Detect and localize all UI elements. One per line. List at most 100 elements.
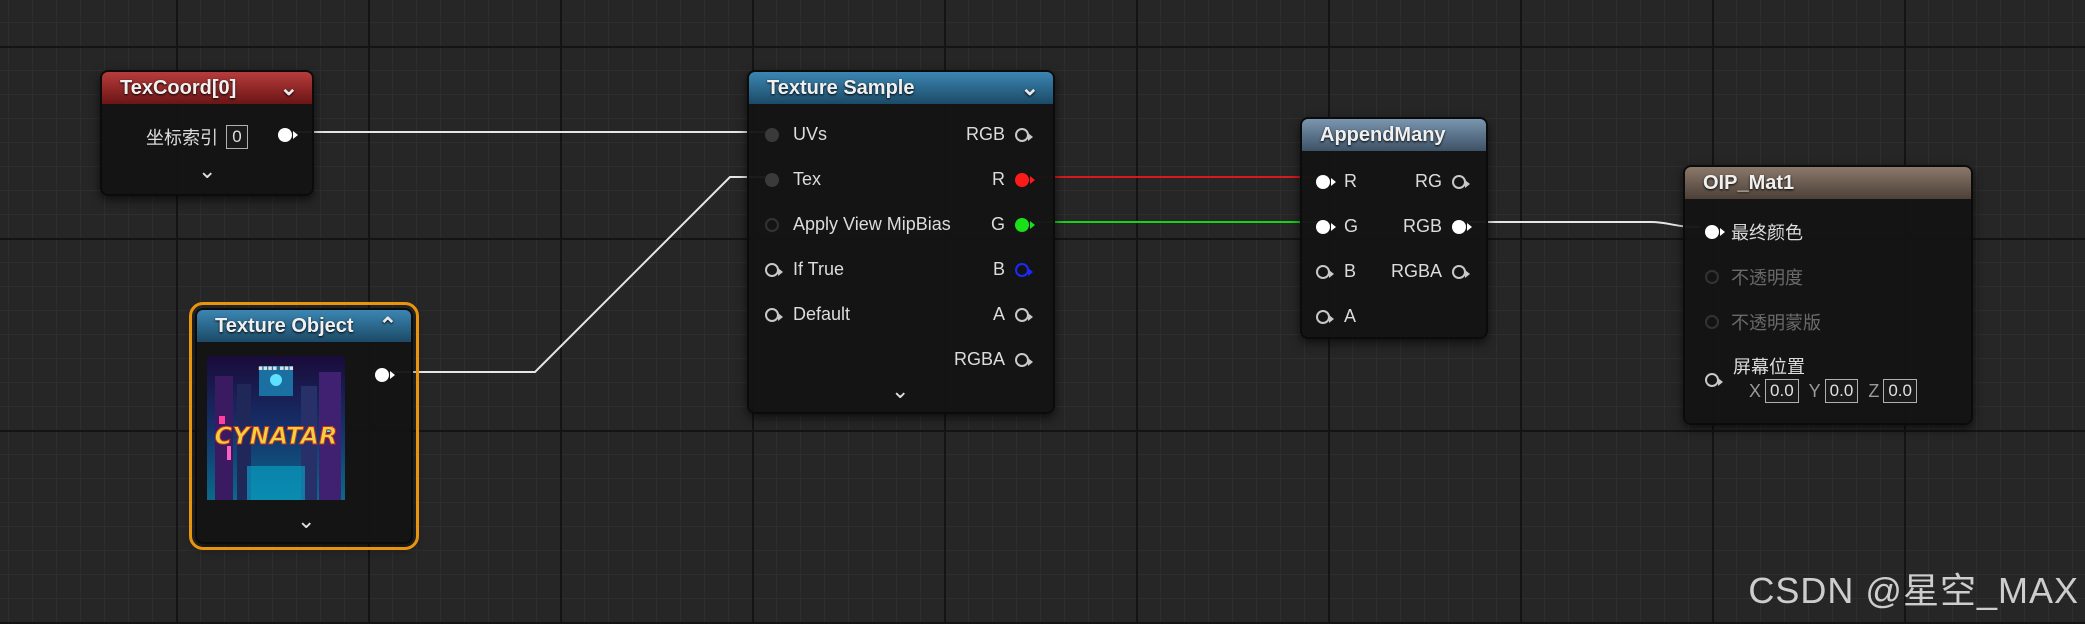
screen-position-pin[interactable]	[1705, 373, 1723, 387]
append-rgb-pin[interactable]	[1452, 219, 1472, 234]
opacity-mask-label: 不透明蒙版	[1731, 313, 1821, 333]
texture-thumbnail: CYNATAR ▪▪▪▪ ▪▪▪	[207, 356, 345, 500]
wire-textureobject-to-tex	[385, 176, 772, 373]
append-many-header[interactable]: AppendMany	[1302, 119, 1486, 151]
b-label: B	[992, 259, 1005, 279]
uvs-pin[interactable]	[765, 127, 779, 142]
append-r-pin[interactable]	[1316, 174, 1336, 189]
screen-position-label-row: 屏幕位置	[1733, 353, 1805, 379]
material-result-node[interactable]: OIP_Mat1 最终颜色 不透明度 不透明蒙版 屏幕位置 X 0.0 Y 0.…	[1683, 165, 1973, 425]
append-output-rgb[interactable]: RGB	[1403, 216, 1472, 237]
input-default[interactable]: Default	[765, 304, 850, 325]
chevron-up-icon[interactable]: ⌃	[379, 315, 397, 337]
z-value-input[interactable]: 0.0	[1883, 379, 1917, 403]
append-g-pin[interactable]	[1316, 219, 1336, 234]
final-color-pin[interactable]	[1705, 225, 1725, 239]
input-if-true[interactable]: If True	[765, 259, 844, 280]
texture-object-title: Texture Object	[215, 314, 354, 337]
rgb-pin[interactable]	[1015, 127, 1033, 142]
output-rgba[interactable]: RGBA	[954, 349, 1033, 370]
chevron-down-icon[interactable]: ⌄	[198, 158, 216, 184]
texcoord-header[interactable]: TexCoord[0] ⌄	[102, 72, 312, 104]
svg-text:▪▪▪▪ ▪▪▪: ▪▪▪▪ ▪▪▪	[258, 364, 294, 372]
default-label: Default	[793, 304, 851, 324]
append-output-rgba[interactable]: RGBA	[1390, 261, 1470, 282]
append-output-rg[interactable]: RG	[1415, 171, 1470, 192]
uvs-label: UVs	[793, 124, 828, 144]
texture-object-node[interactable]: Texture Object ⌃ CYNATAR ▪▪▪▪ ▪▪▪ ⌄	[189, 302, 419, 550]
g-pin[interactable]	[1015, 217, 1035, 232]
output-rgb[interactable]: RGB	[965, 124, 1033, 145]
watermark: CSDN @星空_MAX	[1748, 570, 2079, 611]
default-pin[interactable]	[765, 307, 783, 322]
final-color-label: 最终颜色	[1731, 223, 1803, 243]
input-final-color[interactable]: 最终颜色	[1705, 219, 1803, 245]
r-pin[interactable]	[1015, 172, 1035, 187]
append-input-g[interactable]: G	[1316, 216, 1358, 237]
mipbias-pin[interactable]	[765, 217, 779, 232]
input-uvs[interactable]: UVs	[765, 124, 827, 145]
texture-thumbnail-image: CYNATAR ▪▪▪▪ ▪▪▪	[207, 356, 345, 500]
append-rgba-label: RGBA	[1390, 261, 1442, 281]
append-r-label: R	[1344, 171, 1357, 191]
append-a-pin[interactable]	[1316, 309, 1334, 324]
coordinate-index-row: 坐标索引 0	[146, 124, 248, 150]
output-g[interactable]: G	[990, 214, 1035, 235]
thumbnail-logo-text: CYNATAR	[215, 422, 338, 450]
a-label: A	[992, 304, 1005, 324]
texture-sample-title: Texture Sample	[767, 76, 915, 99]
input-tex[interactable]: Tex	[765, 169, 821, 190]
if-true-pin[interactable]	[765, 262, 783, 277]
tex-pin[interactable]	[765, 172, 779, 187]
y-value-input[interactable]: 0.0	[1824, 379, 1859, 403]
screen-position-values: X 0.0 Y 0.0 Z 0.0	[1749, 379, 1917, 403]
wire-rgb-to-final-color	[1466, 221, 1701, 228]
rgba-pin[interactable]	[1015, 352, 1033, 367]
rgb-label: RGB	[965, 124, 1005, 144]
chevron-down-icon[interactable]: ⌄	[297, 508, 315, 534]
chevron-down-icon[interactable]: ⌄	[891, 378, 909, 404]
output-b[interactable]: B	[992, 259, 1033, 280]
x-label: X	[1749, 380, 1762, 401]
append-input-b[interactable]: B	[1316, 261, 1356, 282]
material-title: OIP_Mat1	[1703, 171, 1795, 194]
material-header[interactable]: OIP_Mat1	[1685, 167, 1971, 199]
screen-position-label: 屏幕位置	[1733, 357, 1805, 377]
append-input-a[interactable]: A	[1316, 306, 1356, 327]
chevron-down-icon[interactable]: ⌄	[1021, 77, 1039, 99]
input-opacity[interactable]: 不透明度	[1705, 264, 1803, 290]
r-label: R	[992, 169, 1005, 189]
texcoord-node[interactable]: TexCoord[0] ⌄ 坐标索引 0 ⌄	[100, 70, 314, 196]
chevron-down-icon[interactable]: ⌄	[280, 77, 298, 99]
append-rg-pin[interactable]	[1452, 174, 1470, 189]
mipbias-label: Apply View MipBias	[793, 214, 951, 234]
texture-object-output-pin[interactable]	[375, 368, 395, 382]
append-g-label: G	[1344, 216, 1359, 236]
output-a[interactable]: A	[992, 304, 1033, 325]
texture-sample-header[interactable]: Texture Sample ⌄	[749, 72, 1053, 104]
append-a-label: A	[1344, 306, 1357, 326]
input-apply-view-mipbias[interactable]: Apply View MipBias	[765, 214, 951, 235]
opacity-mask-pin[interactable]	[1705, 315, 1719, 329]
append-input-r[interactable]: R	[1316, 171, 1357, 192]
tex-label: Tex	[793, 169, 822, 189]
texcoord-output-pin[interactable]	[278, 128, 298, 142]
append-rgba-pin[interactable]	[1452, 264, 1470, 279]
coordinate-index-input[interactable]: 0	[226, 125, 248, 149]
texture-sample-node[interactable]: Texture Sample ⌄ UVs Tex Apply View MipB…	[747, 70, 1055, 414]
b-pin[interactable]	[1015, 262, 1033, 277]
append-rg-label: RG	[1415, 171, 1442, 191]
g-label: G	[990, 214, 1005, 234]
z-label: Z	[1868, 380, 1880, 401]
texture-object-header[interactable]: Texture Object ⌃	[197, 310, 411, 342]
append-many-node[interactable]: AppendMany R G B A RG RGB RGBA	[1300, 117, 1488, 339]
y-label: Y	[1808, 380, 1821, 401]
coordinate-index-label: 坐标索引	[146, 128, 218, 148]
a-pin[interactable]	[1015, 307, 1033, 322]
input-opacity-mask[interactable]: 不透明蒙版	[1705, 309, 1821, 335]
append-b-pin[interactable]	[1316, 264, 1334, 279]
output-r[interactable]: R	[992, 169, 1035, 190]
x-value-input[interactable]: 0.0	[1765, 379, 1799, 403]
opacity-pin[interactable]	[1705, 270, 1719, 284]
if-true-label: If True	[793, 259, 845, 279]
